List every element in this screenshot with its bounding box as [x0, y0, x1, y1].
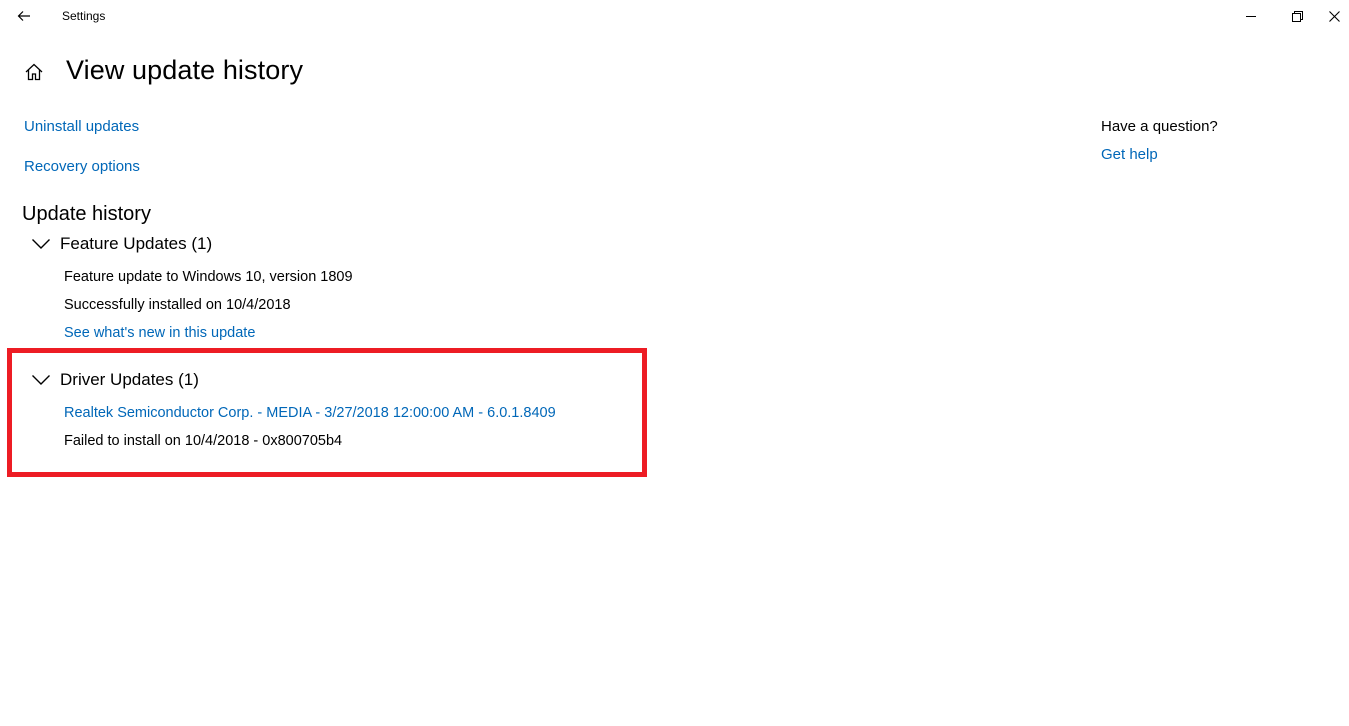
feature-updates-toggle[interactable]: Feature Updates (1)	[30, 231, 212, 257]
driver-updates-toggle[interactable]: Driver Updates (1)	[30, 367, 199, 393]
page-title: View update history	[66, 55, 304, 85]
driver-update-link[interactable]: Realtek Semiconductor Corp. - MEDIA - 3/…	[64, 405, 556, 421]
settings-window: Settings View update history Uninstall u…	[0, 0, 1349, 726]
app-title: Settings	[62, 9, 106, 23]
whats-new-link[interactable]: See what's new in this update	[64, 325, 255, 341]
arrow-left-icon	[17, 11, 30, 21]
minimize-button[interactable]	[1228, 0, 1274, 32]
back-button[interactable]	[8, 2, 40, 30]
driver-update-status: Failed to install on 10/4/2018 - 0x80070…	[64, 433, 343, 449]
feature-updates-label: Feature Updates (1)	[60, 234, 213, 253]
restore-button[interactable]	[1274, 0, 1320, 32]
feature-update-name: Feature update to Windows 10, version 18…	[64, 269, 353, 285]
home-button[interactable]	[22, 60, 46, 84]
close-icon	[1329, 10, 1340, 22]
restore-icon	[1291, 10, 1303, 22]
home-icon	[25, 63, 43, 81]
title-bar: Settings	[0, 0, 1349, 32]
recovery-options-link[interactable]: Recovery options	[24, 158, 140, 175]
chevron-down-icon	[30, 233, 52, 255]
close-button[interactable]	[1320, 0, 1349, 32]
driver-updates-label: Driver Updates (1)	[60, 370, 199, 389]
uninstall-updates-link[interactable]: Uninstall updates	[24, 118, 139, 135]
update-history-heading: Update history	[22, 203, 151, 225]
minimize-icon	[1246, 16, 1256, 17]
get-help-link[interactable]: Get help	[1101, 146, 1158, 163]
chevron-down-icon	[30, 369, 52, 391]
help-question: Have a question?	[1101, 118, 1218, 135]
feature-update-status: Successfully installed on 10/4/2018	[64, 297, 291, 313]
